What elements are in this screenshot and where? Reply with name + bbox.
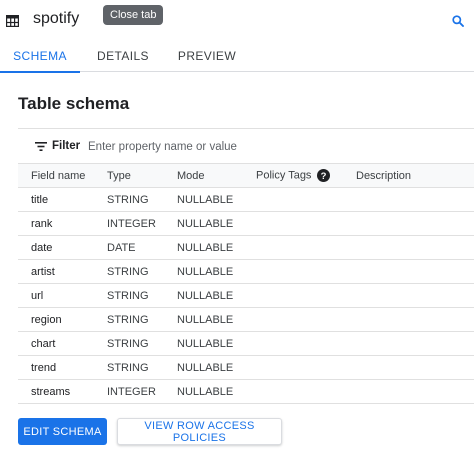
field-type: STRING — [94, 331, 164, 356]
field-description — [343, 259, 474, 284]
field-type: STRING — [94, 259, 164, 284]
search-icon[interactable] — [452, 15, 464, 27]
field-policy-tags — [243, 307, 343, 332]
field-description — [343, 235, 474, 260]
field-mode: NULLABLE — [164, 307, 243, 332]
filter-label: Filter — [52, 140, 81, 152]
field-policy-tags — [243, 283, 343, 308]
filter-icon[interactable] — [35, 142, 47, 151]
table-row: chart STRING NULLABLE — [18, 331, 474, 356]
filter-bar: Filter — [18, 128, 474, 164]
field-policy-tags — [243, 211, 343, 236]
svg-text:?: ? — [321, 171, 327, 182]
field-description — [343, 283, 474, 308]
field-description — [343, 331, 474, 356]
field-policy-tags — [243, 235, 343, 260]
view-row-access-policies-button[interactable]: VIEW ROW ACCESS POLICIES — [117, 418, 282, 445]
table-row: artist STRING NULLABLE — [18, 259, 474, 284]
table-icon — [6, 15, 19, 27]
field-type: DATE — [94, 235, 164, 260]
field-mode: NULLABLE — [164, 235, 243, 260]
field-name: date — [18, 235, 94, 260]
field-name: streams — [18, 379, 94, 404]
field-description — [343, 187, 474, 212]
field-mode: NULLABLE — [164, 283, 243, 308]
section-title: Table schema — [18, 94, 130, 113]
field-mode: NULLABLE — [164, 379, 243, 404]
field-type: STRING — [94, 355, 164, 380]
edit-schema-button[interactable]: EDIT SCHEMA — [18, 418, 107, 445]
field-mode: NULLABLE — [164, 331, 243, 356]
page-title: spotify — [33, 10, 80, 27]
tab-header: spotify Close tab — [0, 0, 474, 42]
field-policy-tags — [243, 259, 343, 284]
field-name: artist — [18, 259, 94, 284]
table-row: streams INTEGER NULLABLE — [18, 379, 474, 404]
field-name: url — [18, 283, 94, 308]
field-mode: NULLABLE — [164, 355, 243, 380]
tab-preview[interactable]: PREVIEW — [172, 42, 242, 72]
policy-tags-label: Policy Tags — [256, 169, 312, 182]
column-header-description: Description — [343, 163, 474, 188]
field-mode: NULLABLE — [164, 259, 243, 284]
field-mode: NULLABLE — [164, 187, 243, 212]
field-name: title — [18, 187, 94, 212]
field-description — [343, 355, 474, 380]
field-type: INTEGER — [94, 379, 164, 404]
field-type: STRING — [94, 307, 164, 332]
tab-details[interactable]: DETAILS — [86, 42, 160, 72]
tab-schema[interactable]: SCHEMA — [0, 42, 80, 73]
column-header-mode: Mode — [164, 163, 243, 188]
field-type: STRING — [94, 283, 164, 308]
field-type: STRING — [94, 187, 164, 212]
field-policy-tags — [243, 379, 343, 404]
field-description — [343, 211, 474, 236]
table-row: region STRING NULLABLE — [18, 307, 474, 332]
field-description — [343, 379, 474, 404]
column-header-policy-tags: Policy Tags? — [243, 163, 343, 188]
field-description — [343, 307, 474, 332]
column-header-field-name: Field name — [18, 163, 94, 188]
schema-table: Field name Type Mode Policy Tags? Descri… — [18, 163, 474, 404]
table-row: title STRING NULLABLE — [18, 187, 474, 212]
field-policy-tags — [243, 187, 343, 212]
filter-input[interactable] — [88, 136, 448, 158]
help-icon[interactable]: ? — [317, 169, 331, 182]
field-name: region — [18, 307, 94, 332]
table-row: trend STRING NULLABLE — [18, 355, 474, 380]
tab-bar: SCHEMA DETAILS PREVIEW — [0, 42, 474, 73]
table-row: date DATE NULLABLE — [18, 235, 474, 260]
field-policy-tags — [243, 355, 343, 380]
column-header-type: Type — [94, 163, 164, 188]
field-mode: NULLABLE — [164, 211, 243, 236]
field-policy-tags — [243, 331, 343, 356]
table-row: url STRING NULLABLE — [18, 283, 474, 308]
field-name: chart — [18, 331, 94, 356]
field-type: INTEGER — [94, 211, 164, 236]
field-name: rank — [18, 211, 94, 236]
table-header-row: Field name Type Mode Policy Tags? Descri… — [18, 163, 474, 188]
field-name: trend — [18, 355, 94, 380]
close-tab-tooltip: Close tab — [103, 5, 164, 25]
table-row: rank INTEGER NULLABLE — [18, 211, 474, 236]
